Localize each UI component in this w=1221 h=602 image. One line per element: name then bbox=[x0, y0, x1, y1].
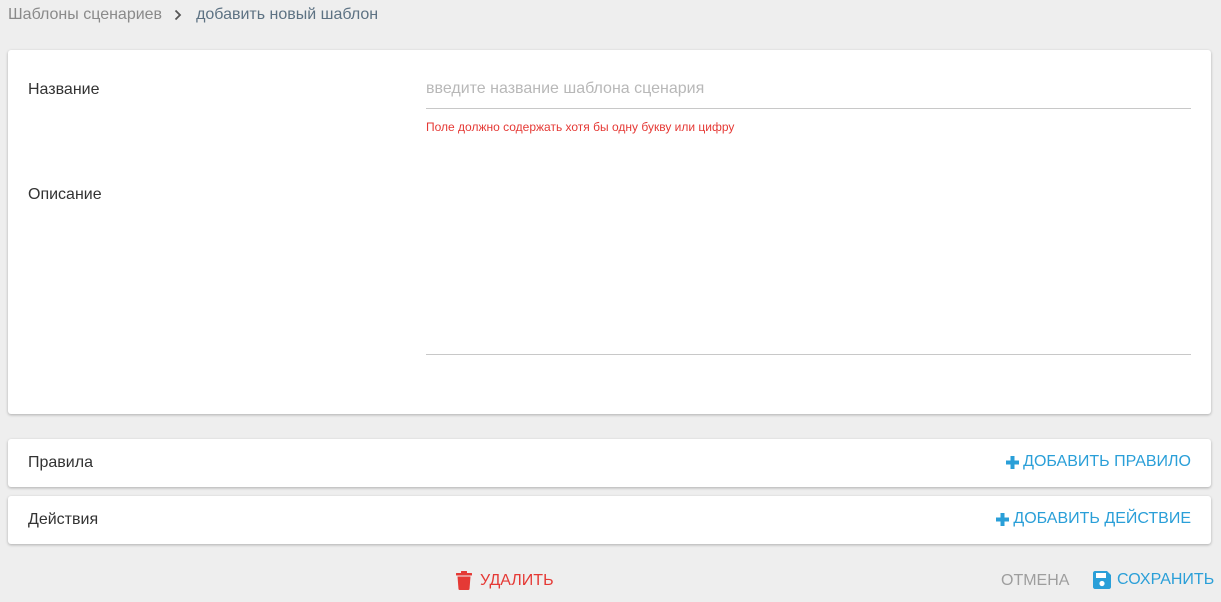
add-rule-button[interactable]: ДОБАВИТЬ ПРАВИЛО bbox=[1006, 453, 1191, 471]
breadcrumb-current: добавить новый шаблон bbox=[196, 6, 379, 23]
name-label: Название bbox=[28, 81, 100, 98]
description-label: Описание bbox=[28, 186, 102, 203]
name-error-message: Поле должно содержать хотя бы одну букву… bbox=[426, 120, 735, 134]
cancel-button[interactable]: ОТМЕНА bbox=[1001, 572, 1069, 590]
breadcrumb: Шаблоны сценариев добавить новый шаблон bbox=[8, 6, 378, 24]
actions-title: Действия bbox=[28, 511, 99, 528]
trash-icon bbox=[456, 571, 472, 590]
save-label: СОХРАНИТЬ bbox=[1117, 571, 1215, 588]
add-action-button[interactable]: ДОБАВИТЬ ДЕЙСТВИЕ bbox=[996, 510, 1191, 528]
actions-panel: Действия ДОБАВИТЬ ДЕЙСТВИЕ bbox=[8, 496, 1211, 544]
delete-button[interactable]: УДАЛИТЬ bbox=[456, 571, 554, 590]
add-rule-label: ДОБАВИТЬ ПРАВИЛО bbox=[1023, 453, 1191, 470]
plus-icon bbox=[996, 512, 1010, 526]
description-textarea[interactable] bbox=[426, 150, 1191, 355]
chevron-right-icon bbox=[174, 9, 182, 21]
save-button[interactable]: СОХРАНИТЬ bbox=[1093, 571, 1214, 589]
floppy-disk-icon bbox=[1093, 571, 1111, 589]
breadcrumb-root-link[interactable]: Шаблоны сценариев bbox=[8, 6, 162, 24]
plus-icon bbox=[1006, 455, 1020, 469]
add-action-label: ДОБАВИТЬ ДЕЙСТВИЕ bbox=[1013, 510, 1191, 527]
name-input[interactable] bbox=[426, 70, 1191, 109]
rules-panel: Правила ДОБАВИТЬ ПРАВИЛО bbox=[8, 439, 1211, 487]
rules-title: Правила bbox=[28, 454, 93, 471]
delete-label: УДАЛИТЬ bbox=[480, 571, 554, 589]
template-form-card: Название Поле должно содержать хотя бы о… bbox=[8, 50, 1211, 414]
